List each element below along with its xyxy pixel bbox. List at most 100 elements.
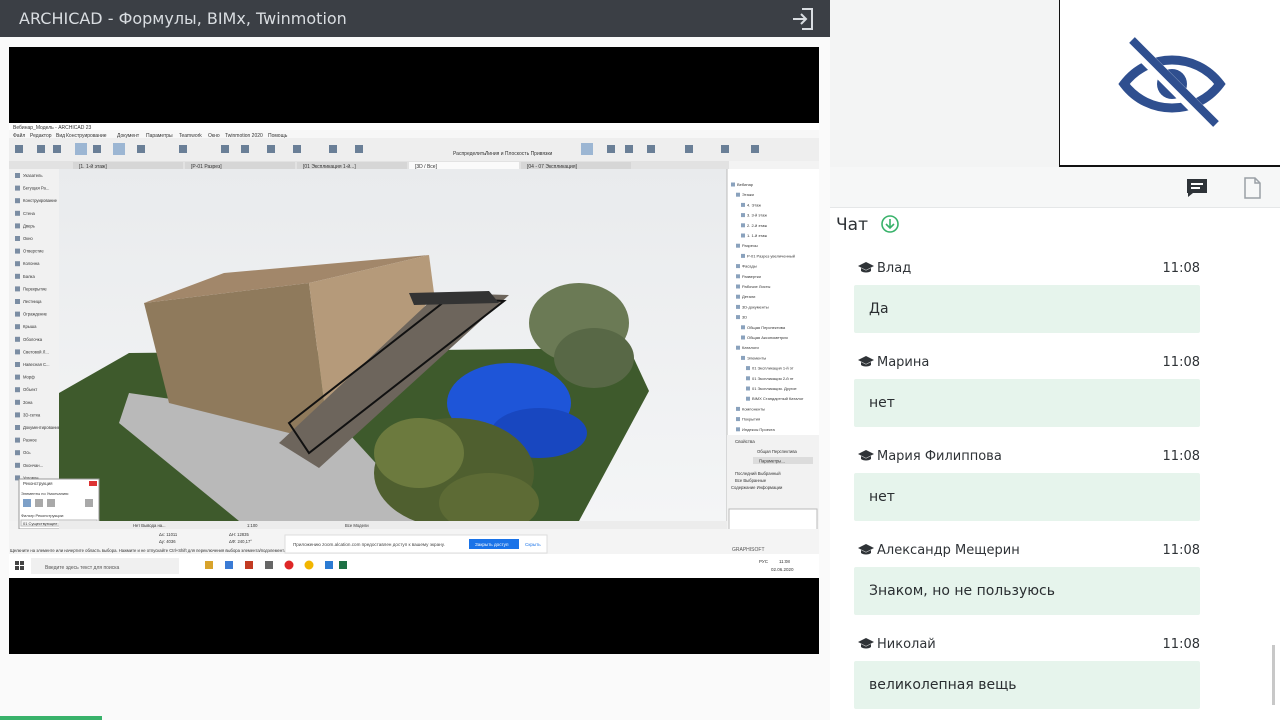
- properties-button[interactable]: Параметры...: [759, 459, 785, 464]
- tray-date[interactable]: 02.06.2020: [771, 567, 794, 572]
- camera-tile[interactable]: [1059, 0, 1280, 167]
- navigator-icon: [736, 315, 740, 320]
- tray-lang[interactable]: РУС: [759, 559, 769, 564]
- navigator-item[interactable]: Развертки: [742, 274, 761, 279]
- navigator-item[interactable]: Общая Аксонометрия: [747, 335, 788, 340]
- navigator-icon: [741, 335, 745, 340]
- navigator-icon: [741, 233, 745, 238]
- option-last-selected[interactable]: Последний Выбранный: [735, 471, 781, 476]
- coord-dh: ΔН: 12835: [229, 532, 249, 537]
- archicad-screenshot: Вебинар_Модель - ARCHICAD 23 Файл Редакт…: [9, 123, 819, 578]
- navigator-item[interactable]: Рабочие Листы: [742, 284, 771, 289]
- navigator-icon: [746, 376, 750, 381]
- toolbox-item[interactable]: Ось: [23, 450, 31, 455]
- toolbox-item[interactable]: Окно: [23, 236, 33, 241]
- message-meta: Марина 11:08: [854, 355, 1200, 373]
- toolbox-item[interactable]: Крыша: [23, 324, 37, 329]
- navigator-item[interactable]: Вебинар: [737, 182, 754, 187]
- message-meta: Александр Мещерин 11:08: [854, 543, 1200, 561]
- tab-schedule-1[interactable]: [01 Экспликация 1-й...]: [303, 163, 356, 170]
- bottom-output[interactable]: Нет Вывода на...: [133, 523, 166, 528]
- navigator-item[interactable]: 2. 2-й этаж: [747, 223, 767, 228]
- navigator-item[interactable]: BIMX Стандартный Каталог: [752, 396, 804, 401]
- navigator-item[interactable]: Каталоги: [742, 345, 759, 350]
- video-progress-bar[interactable]: [0, 716, 102, 720]
- toolbox-item[interactable]: 3D-сетка: [23, 412, 41, 417]
- toolbox-item[interactable]: Балка: [23, 274, 35, 279]
- toolbox-item[interactable]: Световой Л...: [23, 349, 49, 354]
- toolbox-icon: [15, 273, 20, 279]
- navigator-item[interactable]: 3. 3-й этаж: [747, 213, 767, 218]
- toolbox-icon: [15, 462, 20, 468]
- toolbox-item[interactable]: Морф: [23, 375, 35, 380]
- navigator-item[interactable]: Детали: [742, 294, 755, 299]
- document-icon[interactable]: [1240, 177, 1264, 199]
- chat-scrollbar[interactable]: [1272, 645, 1275, 705]
- navigator-item[interactable]: Покрытия: [742, 417, 760, 422]
- navigator-item[interactable]: 3D-документы: [742, 304, 769, 309]
- bottom-models[interactable]: Все Модели: [345, 523, 369, 528]
- menu-file[interactable]: Файл: [13, 132, 25, 139]
- shared-screen-area: Вебинар_Модель - ARCHICAD 23 Файл Редакт…: [0, 37, 830, 720]
- hide-notice[interactable]: Скрыть: [525, 542, 541, 547]
- navigator-icon: [746, 366, 750, 371]
- navigator-item[interactable]: 3D: [742, 315, 747, 320]
- chat-icon[interactable]: [1185, 177, 1209, 199]
- toolbox-item[interactable]: Дверь: [23, 223, 36, 228]
- chat-message: Александр Мещерин 11:08 Знаком, но не поль…: [854, 543, 1200, 615]
- toolbox-item[interactable]: Стена: [23, 211, 36, 216]
- navigator-item[interactable]: Элементы: [747, 355, 766, 360]
- navigator-item[interactable]: 01 Экспликация 2-й эт: [752, 376, 794, 381]
- navigator-item[interactable]: 01 Экспликация. Другое: [752, 386, 797, 391]
- graduation-cap-icon: [858, 356, 874, 367]
- navigator-item[interactable]: Этажи: [742, 192, 754, 197]
- navigator-icon: [736, 427, 740, 432]
- view-tabs: [1. 1-й этаж] [Р-01 Разрез] [01 Эксплика…: [73, 162, 631, 170]
- stop-sharing-label[interactable]: Закрыть доступ: [475, 542, 509, 547]
- snap-label[interactable]: Линия и Плоскость Привязки: [485, 151, 553, 157]
- navigator-item[interactable]: 4. Этаж: [747, 202, 761, 207]
- option-all-selected[interactable]: Все Выбранные: [735, 478, 767, 483]
- tab-floor-1[interactable]: [1. 1-й этаж]: [79, 163, 107, 170]
- distribute-label[interactable]: Распределить: [453, 151, 486, 157]
- navigator-item[interactable]: Разрезы: [742, 243, 758, 248]
- toolbox-icon: [15, 261, 20, 267]
- bottom-scale[interactable]: 1:100: [247, 523, 258, 528]
- share-notice: Приложению zoom.alcation.com предоставле…: [293, 542, 445, 547]
- toolbox-item[interactable]: Зона: [23, 400, 33, 405]
- navigator-item[interactable]: Общая Перспектива: [747, 325, 786, 330]
- navigator-item[interactable]: Р-01 Разрез увеличенный: [747, 253, 795, 258]
- navigator-item[interactable]: Индексы Проекта: [742, 427, 776, 432]
- toolbox-item[interactable]: Бегущая Ра...: [23, 186, 49, 191]
- navigator-item[interactable]: 01 Экспликация 1-й эт: [752, 366, 794, 371]
- toolbox-item[interactable]: Разное: [23, 438, 37, 443]
- toolbox-item[interactable]: Ограждение: [23, 312, 48, 317]
- taskbar-search[interactable]: Введите здесь текст для поиска: [45, 565, 120, 571]
- toolbox-item[interactable]: Конструирование: [23, 198, 58, 203]
- navigator-item[interactable]: Компоненты: [742, 406, 765, 411]
- screen-share-video: Вебинар_Модель - ARCHICAD 23 Файл Редакт…: [9, 47, 819, 654]
- exit-icon[interactable]: [790, 6, 816, 32]
- toolbox-item[interactable]: Отверстие: [23, 249, 44, 254]
- message-bubble: Знаком, но не пользуюсь: [854, 567, 1200, 615]
- chat-toolbar: [830, 167, 1280, 208]
- toolbox-icon: [15, 437, 20, 443]
- message-author: Николай: [877, 637, 936, 652]
- toolbox-item[interactable]: Оболочка: [23, 337, 43, 342]
- navigator-item[interactable]: Фасады: [742, 264, 757, 269]
- toolbox-item[interactable]: Перекрытие: [23, 286, 47, 291]
- tray-time[interactable]: 11:08: [779, 559, 790, 564]
- toolbox-item[interactable]: Окончан...: [23, 463, 43, 468]
- arrow-down-circle-icon[interactable]: [881, 215, 900, 233]
- toolbox-item[interactable]: Указатель: [23, 173, 43, 178]
- toolbox-item[interactable]: Объект: [23, 387, 37, 392]
- toolbox-item[interactable]: Навесная С...: [23, 362, 50, 367]
- reconstruction-title: Реконструкция: [23, 481, 53, 486]
- toolbox-item[interactable]: Документирование: [23, 425, 61, 430]
- toolbox-item[interactable]: Колонна: [23, 261, 40, 266]
- toolbox-item[interactable]: Лестница: [23, 299, 42, 304]
- navigator-item[interactable]: 1. 1-й этаж: [747, 233, 767, 238]
- message-author: Мария Филиппова: [877, 449, 1002, 464]
- navigator-icon: [741, 355, 745, 360]
- chat-header: Чат: [836, 215, 900, 235]
